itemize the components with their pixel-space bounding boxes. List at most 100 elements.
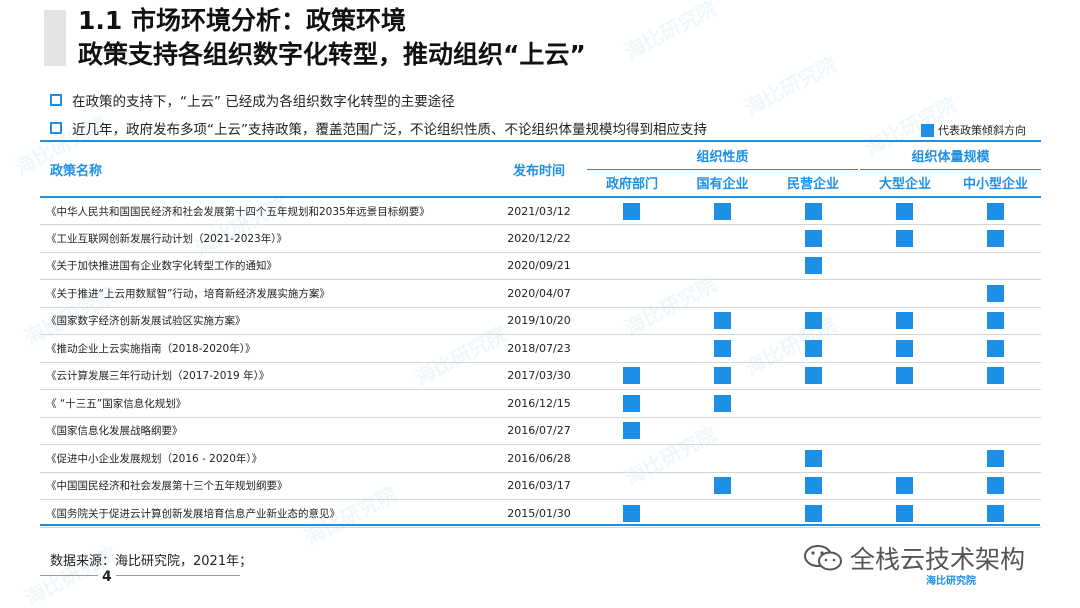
header-column: 中小型企业 (950, 169, 1042, 198)
header-policy-name: 政策名称 (40, 140, 492, 198)
release-date-cell: 2020/12/22 (492, 224, 586, 253)
mark-cell (768, 499, 860, 528)
mark-cell (859, 417, 951, 445)
mark-cell (859, 224, 951, 253)
bullet-item: 在政策的支持下，“上云” 已经成为各组织数字化转型的主要途径 (50, 86, 950, 114)
mark-cell (586, 224, 677, 253)
policy-mark-icon (714, 477, 731, 495)
table-row: 《促进中小企业发展规划（2016 - 2020年）》 2016/06/28 (40, 444, 1042, 473)
brand-name: 全栈云技术架构 (850, 545, 1026, 574)
mark-cell (950, 224, 1042, 253)
release-date-cell: 2016/12/15 (492, 389, 586, 418)
policy-mark-icon (987, 339, 1005, 357)
policy-mark-icon (623, 422, 640, 440)
policy-mark-icon (805, 229, 822, 247)
mark-cell (677, 307, 768, 335)
release-date-cell: 2015/01/30 (492, 499, 586, 528)
title-line-1: 1.1 市场环境分析：政策环境 (78, 6, 406, 35)
release-date-cell: 2021/03/12 (492, 197, 586, 225)
policy-mark-icon (623, 394, 640, 412)
mark-cell (859, 334, 951, 363)
mark-cell (859, 444, 951, 473)
release-date-cell: 2018/07/23 (492, 334, 586, 363)
mark-cell (859, 389, 951, 418)
mark-cell (677, 224, 768, 253)
mark-cell (950, 472, 1042, 500)
mark-cell (768, 417, 860, 445)
policy-name-cell: 《 “十三五”国家信息化规划》 (40, 389, 492, 418)
mark-cell (768, 334, 860, 363)
mark-cell (859, 197, 951, 225)
mark-cell (586, 417, 677, 445)
mark-cell (859, 499, 951, 528)
mark-cell (677, 417, 768, 445)
policy-mark-icon (987, 504, 1005, 522)
policy-mark-icon (805, 477, 822, 495)
mark-cell (586, 279, 677, 308)
mark-cell (950, 444, 1042, 473)
mark-cell (950, 417, 1042, 445)
mark-cell (768, 307, 860, 335)
policy-mark-icon (896, 339, 914, 357)
policy-name-cell: 《云计算发展三年行动计划（2017-2019 年）》 (40, 362, 492, 390)
mark-cell (768, 252, 860, 280)
policy-name-cell: 《关于推进“上云用数赋智”行动，培育新经济发展实施方案》 (40, 279, 492, 308)
mark-cell (768, 389, 860, 418)
table-row: 《关于加快推进国有企业数字化转型工作的通知》 2020/09/21 (40, 252, 1042, 280)
header-group-scale: 组织体量规模 (858, 140, 1042, 170)
policy-name-cell: 《推动企业上云实施指南（2018-2020年）》 (40, 334, 492, 363)
title-accent-bar (44, 10, 66, 66)
mark-cell (950, 362, 1042, 390)
table-row: 《国家信息化发展战略纲要》 2016/07/27 (40, 417, 1042, 445)
policy-name-cell: 《中国国民经济和社会发展第十三个五年规划纲要》 (40, 472, 492, 500)
mark-cell (677, 252, 768, 280)
policy-mark-icon (987, 312, 1005, 330)
mark-cell (586, 389, 677, 418)
header-group-nature: 组织性质 (584, 140, 860, 170)
policy-mark-icon (623, 367, 640, 385)
policy-mark-icon (987, 477, 1005, 495)
policy-mark-icon (896, 202, 914, 220)
mark-cell (859, 472, 951, 500)
release-date-cell: 2017/03/30 (492, 362, 586, 390)
policy-table: 政策名称 发布时间 组织性质 组织体量规模 政府部门 国有企业 民营企业 大型企业 中小… (40, 140, 1042, 528)
policy-mark-icon (714, 312, 731, 330)
policy-name-cell: 《工业互联网创新发展行动计划（2021-2023年）》 (40, 224, 492, 253)
policy-mark-icon (805, 367, 822, 385)
mark-cell (859, 252, 951, 280)
policy-mark-icon (805, 504, 822, 522)
table-row: 《 “十三五”国家信息化规划》 2016/12/15 (40, 389, 1042, 418)
mark-cell (586, 197, 677, 225)
square-bullet-icon (50, 94, 62, 106)
policy-mark-icon (623, 202, 640, 220)
table-row: 《中国国民经济和社会发展第十三个五年规划纲要》 2016/03/17 (40, 472, 1042, 500)
release-date-cell: 2020/04/07 (492, 279, 586, 308)
policy-mark-icon (714, 367, 731, 385)
mark-cell (586, 252, 677, 280)
table-row: 《关于推进“上云用数赋智”行动，培育新经济发展实施方案》 2020/04/07 (40, 279, 1042, 308)
legend-label: 代表政策倾斜方向 (938, 124, 1026, 137)
wechat-icon (802, 543, 846, 573)
policy-mark-icon (714, 339, 731, 357)
header-column: 国有企业 (677, 169, 768, 198)
policy-mark-icon (805, 312, 822, 330)
page-number: 4 (98, 569, 116, 585)
policy-mark-icon (805, 339, 822, 357)
policy-name-cell: 《促进中小企业发展规划（2016 - 2020年）》 (40, 444, 492, 473)
table-row: 《国务院关于促进云计算创新发展培育信息产业新业态的意见》 2015/01/30 (40, 499, 1042, 528)
mark-cell (586, 472, 677, 500)
mark-cell (586, 362, 677, 390)
release-date-cell: 2016/06/28 (492, 444, 586, 473)
mark-cell (768, 197, 860, 225)
mark-cell (768, 444, 860, 473)
data-source: 数据来源：海比研究院，2021年； (50, 554, 253, 569)
bullet-text: 近几年，政府发布多项“上云”支持政策，覆盖范围广泛，不论组织性质、不论组织体量规… (72, 122, 707, 138)
bullet-item: 近几年，政府发布多项“上云”支持政策，覆盖范围广泛，不论组织性质、不论组织体量规… (50, 114, 950, 142)
release-date-cell: 2019/10/20 (492, 307, 586, 335)
title-line-2: 政策支持各组织数字化转型，推动组织“上云” (78, 40, 586, 69)
bullet-text: 在政策的支持下，“上云” 已经成为各组织数字化转型的主要途径 (72, 94, 455, 110)
bullet-list: 在政策的支持下，“上云” 已经成为各组织数字化转型的主要途径 近几年，政府发布多… (50, 86, 950, 142)
release-date-cell: 2016/03/17 (492, 472, 586, 500)
header-column: 大型企业 (858, 169, 951, 198)
policy-name-cell: 《关于加快推进国有企业数字化转型工作的通知》 (40, 252, 492, 280)
